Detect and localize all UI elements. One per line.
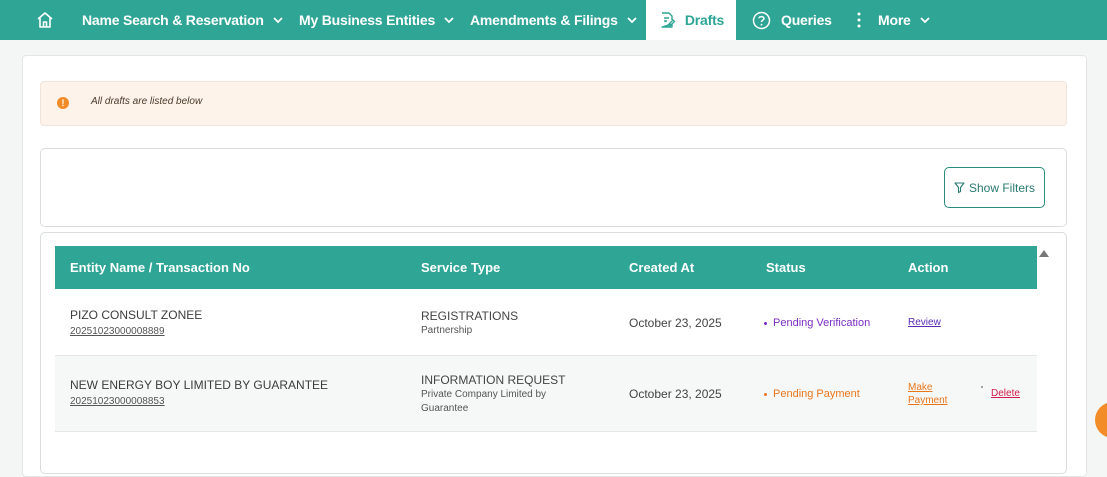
make-payment-label-line-2: Payment (908, 395, 948, 406)
status-badge: Pending Payment (764, 388, 860, 400)
home-button[interactable] (36, 0, 56, 40)
more-vertical-icon (857, 12, 861, 28)
service-subtype-line-2: Guarantee (421, 403, 469, 414)
column-header-entity: Entity Name / Transaction No (70, 260, 250, 275)
nav-drafts[interactable]: Drafts (646, 0, 736, 40)
status-dot (764, 392, 767, 396)
floating-help-button[interactable] (1095, 402, 1107, 438)
top-nav: Name Search & Reservation My Business En… (0, 0, 1107, 40)
column-header-service-type: Service Type (421, 260, 501, 275)
drafts-table: Entity Name / Transaction No Service Typ… (40, 232, 1067, 474)
make-payment-link[interactable]: Make Payment (908, 381, 947, 407)
entity-name: PIZO CONSULT ZONEE (70, 308, 203, 322)
scroll-up-arrow[interactable] (1039, 250, 1049, 257)
created-at: October 23, 2025 (629, 316, 722, 330)
nav-queries-label: Queries (781, 12, 832, 28)
status-text: Pending Verification (773, 317, 871, 329)
chevron-down-icon (273, 16, 283, 23)
table-row: PIZO CONSULT ZONEE 20251023000008889 REG… (55, 289, 1037, 356)
chevron-down-icon (627, 16, 637, 23)
status-text: Pending Payment (773, 388, 860, 400)
nav-my-business-entities[interactable]: My Business Entities (299, 0, 454, 40)
info-alert: ! All drafts are listed below (40, 81, 1067, 126)
service-subtype-line-1: Private Company Limited by (421, 389, 547, 400)
delete-link[interactable]: Delete (991, 388, 1020, 399)
chevron-down-icon (920, 16, 930, 23)
nav-amendments-filings[interactable]: Amendments & Filings (470, 0, 637, 40)
nav-name-search-label: Name Search & Reservation (82, 12, 264, 28)
chevron-down-icon (444, 16, 454, 23)
nav-more[interactable]: More (856, 0, 930, 40)
home-icon (37, 12, 53, 28)
nav-my-business-entities-label: My Business Entities (299, 12, 436, 28)
status-badge: Pending Verification (764, 317, 870, 329)
nav-more-label: More (878, 12, 911, 28)
exclamation-circle-icon: ! (57, 97, 69, 109)
table-row: NEW ENERGY BOY LIMITED BY GUARANTEE 2025… (55, 356, 1037, 432)
transaction-number-link[interactable]: 20251023000008853 (70, 396, 328, 407)
transaction-number-link[interactable]: 20251023000008889 (70, 326, 202, 337)
nav-amendments-filings-label: Amendments & Filings (470, 12, 618, 28)
table-header: Entity Name / Transaction No Service Typ… (55, 246, 1037, 289)
show-filters-button[interactable]: Show Filters (944, 167, 1045, 208)
column-header-status: Status (766, 260, 806, 275)
make-payment-label-line-1: Make (908, 382, 933, 393)
service-type: REGISTRATIONS (421, 309, 519, 323)
document-edit-icon (661, 12, 676, 28)
alert-text: All drafts are listed below (91, 96, 203, 107)
column-header-created-at: Created At (629, 260, 695, 275)
show-filters-label: Show Filters (968, 180, 1036, 195)
filter-icon (954, 182, 965, 193)
nav-queries[interactable]: Queries (752, 0, 832, 40)
created-at: October 23, 2025 (629, 387, 722, 401)
nav-name-search[interactable]: Name Search & Reservation (82, 0, 283, 40)
filter-card: Show Filters (40, 148, 1067, 227)
service-subtype: Partnership (421, 325, 473, 336)
column-header-action: Action (908, 260, 949, 275)
entity-name: NEW ENERGY BOY LIMITED BY GUARANTEE (70, 378, 329, 392)
status-dot (764, 321, 767, 325)
review-link[interactable]: Review (908, 317, 941, 328)
separator-dot (981, 386, 983, 388)
nav-drafts-label: Drafts (684, 12, 725, 28)
question-circle-icon (752, 11, 771, 29)
service-type: INFORMATION REQUEST (421, 373, 566, 387)
